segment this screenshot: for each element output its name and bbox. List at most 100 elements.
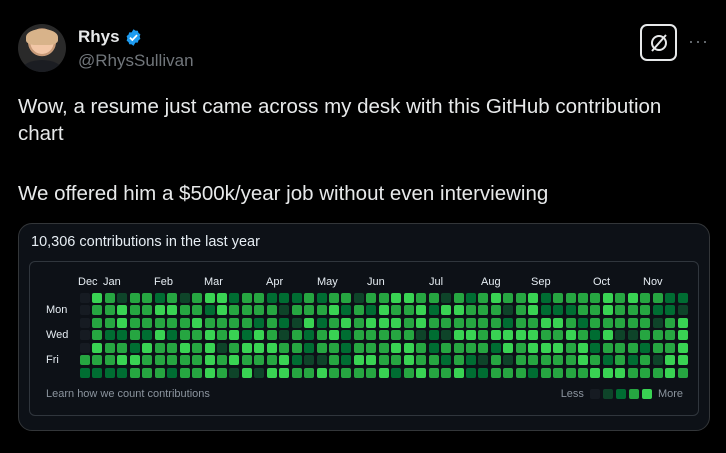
contribution-cell[interactable] <box>304 293 315 303</box>
contribution-cell[interactable] <box>652 293 663 303</box>
contribution-cell[interactable] <box>478 367 489 378</box>
contribution-cell[interactable] <box>279 293 290 303</box>
contribution-cell[interactable] <box>316 293 327 303</box>
contribution-cell[interactable] <box>154 367 165 378</box>
contribution-cell[interactable] <box>329 342 339 353</box>
contribution-cell[interactable] <box>565 367 576 378</box>
contribution-cell[interactable] <box>627 317 638 328</box>
contribution-cell[interactable] <box>229 355 240 366</box>
contribution-cell[interactable] <box>92 317 103 328</box>
contribution-cell[interactable] <box>465 293 476 303</box>
contribution-cell[interactable] <box>204 355 215 366</box>
contribution-cell[interactable] <box>615 305 626 316</box>
contribution-cell[interactable] <box>92 305 103 316</box>
contribution-cell[interactable] <box>478 293 489 303</box>
contribution-card[interactable]: 10,306 contributions in the last year De… <box>18 223 710 431</box>
contribution-cell[interactable] <box>80 305 90 316</box>
contribution-cell[interactable] <box>229 367 240 378</box>
contribution-cell[interactable] <box>677 342 688 353</box>
contribution-cell[interactable] <box>154 317 165 328</box>
contribution-cell[interactable] <box>341 305 352 316</box>
contribution-cell[interactable] <box>428 355 439 366</box>
contribution-cell[interactable] <box>254 317 265 328</box>
contribution-cell[interactable] <box>503 293 514 303</box>
contribution-cell[interactable] <box>453 367 464 378</box>
contribution-cell[interactable] <box>416 293 427 303</box>
contribution-cell[interactable] <box>266 305 277 316</box>
contribution-cell[interactable] <box>652 317 663 328</box>
contribution-cell[interactable] <box>266 317 277 328</box>
contribution-cell[interactable] <box>403 317 414 328</box>
contribution-cell[interactable] <box>378 293 389 303</box>
contribution-cell[interactable] <box>640 305 651 316</box>
contribution-cell[interactable] <box>241 305 252 316</box>
contribution-cell[interactable] <box>590 342 601 353</box>
contribution-cell[interactable] <box>341 342 352 353</box>
contribution-cell[interactable] <box>378 367 389 378</box>
contribution-cell[interactable] <box>515 367 526 378</box>
contribution-cell[interactable] <box>465 355 476 366</box>
contribution-cell[interactable] <box>652 305 663 316</box>
contribution-cell[interactable] <box>640 330 651 341</box>
contribution-cell[interactable] <box>142 342 153 353</box>
contribution-cell[interactable] <box>490 367 501 378</box>
contribution-cell[interactable] <box>229 342 240 353</box>
contribution-cell[interactable] <box>428 367 439 378</box>
contribution-cell[interactable] <box>441 293 452 303</box>
contribution-cell[interactable] <box>665 317 676 328</box>
contribution-cell[interactable] <box>279 330 290 341</box>
contribution-cell[interactable] <box>515 293 526 303</box>
contribution-cell[interactable] <box>640 293 651 303</box>
contribution-cell[interactable] <box>179 293 190 303</box>
contribution-cell[interactable] <box>192 330 203 341</box>
contribution-cell[interactable] <box>640 342 651 353</box>
contribution-cell[interactable] <box>104 317 115 328</box>
contribution-cell[interactable] <box>540 367 551 378</box>
contribution-cell[interactable] <box>403 355 414 366</box>
contribution-cell[interactable] <box>677 293 688 303</box>
contribution-cell[interactable] <box>179 305 190 316</box>
avatar[interactable] <box>18 24 66 72</box>
contribution-cell[interactable] <box>192 317 203 328</box>
contribution-cell[interactable] <box>590 317 601 328</box>
contribution-cell[interactable] <box>565 293 576 303</box>
contribution-cell[interactable] <box>254 293 265 303</box>
contribution-cell[interactable] <box>465 330 476 341</box>
contribution-cell[interactable] <box>490 305 501 316</box>
author-handle[interactable]: @RhysSullivan <box>78 51 194 71</box>
contribution-cell[interactable] <box>353 305 364 316</box>
contribution-cell[interactable] <box>615 367 626 378</box>
contribution-cell[interactable] <box>80 293 90 303</box>
contribution-cell[interactable] <box>428 342 439 353</box>
contribution-cell[interactable] <box>677 317 688 328</box>
contribution-cell[interactable] <box>129 305 140 316</box>
contribution-cell[interactable] <box>204 367 215 378</box>
contribution-cell[interactable] <box>465 342 476 353</box>
contribution-cell[interactable] <box>104 367 115 378</box>
contribution-cell[interactable] <box>117 317 128 328</box>
contribution-cell[interactable] <box>528 367 539 378</box>
contribution-cell[interactable] <box>465 305 476 316</box>
contribution-cell[interactable] <box>590 330 601 341</box>
contribution-cell[interactable] <box>254 342 265 353</box>
contribution-cell[interactable] <box>291 330 302 341</box>
contribution-cell[interactable] <box>167 367 178 378</box>
contribution-cell[interactable] <box>627 293 638 303</box>
contribution-cell[interactable] <box>565 317 576 328</box>
contribution-cell[interactable] <box>478 355 489 366</box>
contribution-cell[interactable] <box>154 293 165 303</box>
contribution-cell[interactable] <box>615 330 626 341</box>
contribution-cell[interactable] <box>578 305 588 316</box>
contribution-cell[interactable] <box>129 317 140 328</box>
contribution-cell[interactable] <box>216 342 227 353</box>
contribution-cell[interactable] <box>167 317 178 328</box>
contribution-cell[interactable] <box>677 330 688 341</box>
contribution-cell[interactable] <box>304 367 315 378</box>
contribution-cell[interactable] <box>503 330 514 341</box>
contribution-cell[interactable] <box>266 342 277 353</box>
contribution-cell[interactable] <box>428 317 439 328</box>
contribution-cell[interactable] <box>154 330 165 341</box>
contribution-cell[interactable] <box>441 317 452 328</box>
contribution-cell[interactable] <box>578 342 588 353</box>
contribution-cell[interactable] <box>241 330 252 341</box>
